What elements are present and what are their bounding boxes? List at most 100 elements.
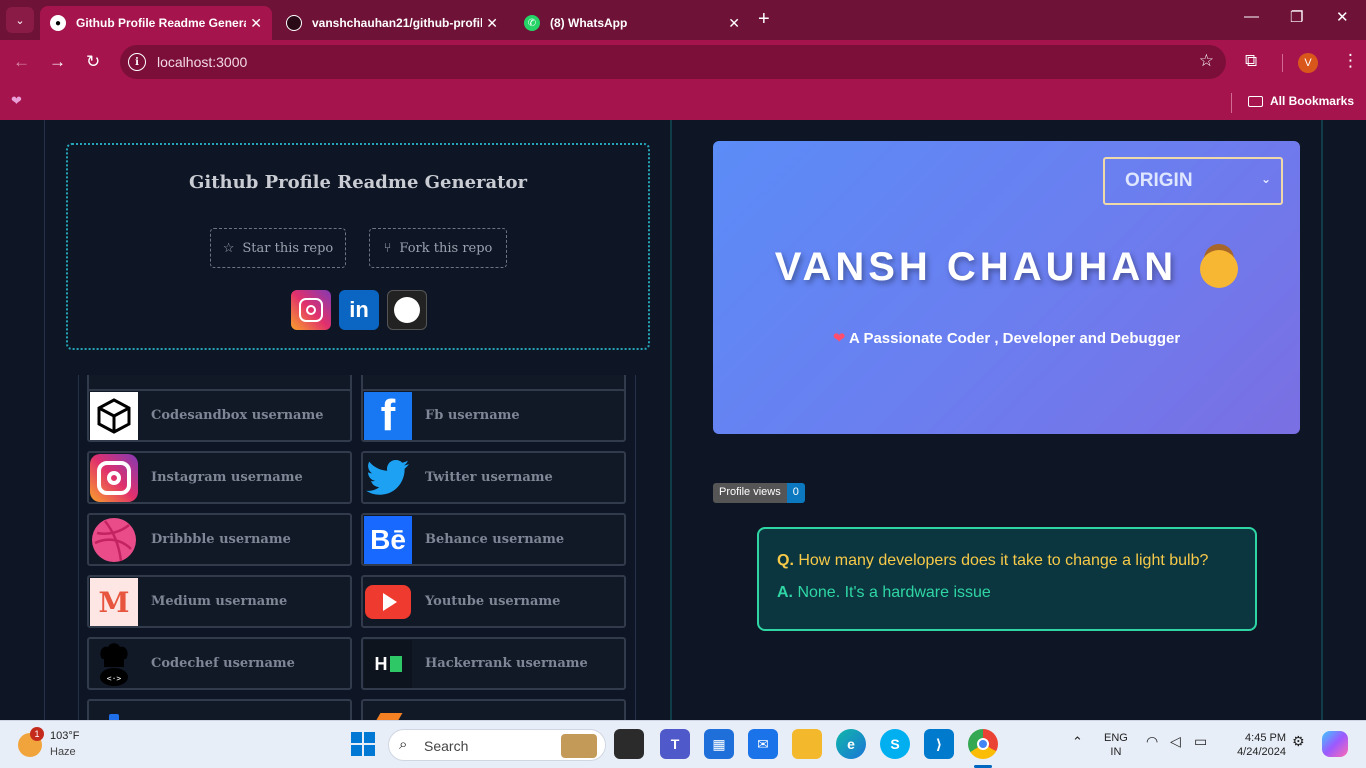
teams-icon[interactable]: T: [660, 729, 690, 759]
folder-icon: [1247, 95, 1263, 107]
banner-name: VANSH CHAUHAN: [713, 245, 1300, 290]
minimize-button[interactable]: —: [1244, 8, 1259, 25]
wifi-icon[interactable]: ◠: [1146, 734, 1158, 748]
close-window-button[interactable]: ✕: [1336, 8, 1349, 26]
github-icon[interactable]: [387, 290, 427, 330]
codesandbox-field[interactable]: Codesandbox username: [87, 389, 352, 442]
generator-title: Github Profile Readme Generator: [189, 172, 527, 193]
medium-field[interactable]: M Medium username: [87, 575, 352, 628]
hackerrank-field[interactable]: H Hackerrank username: [361, 637, 626, 690]
toolbar-divider: [1282, 54, 1283, 72]
youtube-icon: [364, 578, 412, 626]
github-icon: [286, 15, 302, 31]
taskbar-search[interactable]: ⌕ Search: [388, 729, 606, 761]
battery-icon[interactable]: ▭: [1194, 734, 1207, 748]
weather-badge: 1: [30, 727, 44, 741]
tab-github-repo[interactable]: vanshchauhan21/github-profile-readme-gen…: [276, 6, 508, 40]
restore-button[interactable]: ❐: [1290, 8, 1303, 26]
facebook-field[interactable]: f Fb username: [361, 389, 626, 442]
profile-avatar[interactable]: V: [1298, 53, 1318, 73]
medium-icon: M: [90, 578, 138, 626]
heart-bookmark-icon[interactable]: ❤: [11, 93, 22, 109]
behance-field[interactable]: Bē Behance username: [361, 513, 626, 566]
site-info-icon[interactable]: i: [128, 53, 146, 71]
star-repo-button[interactable]: ☆ Star this repo: [210, 228, 346, 268]
svg-text:<·>: <·>: [107, 674, 122, 683]
forward-button[interactable]: →: [49, 52, 66, 72]
dribbble-field[interactable]: Dribbble username: [87, 513, 352, 566]
instagram-icon[interactable]: [291, 290, 331, 330]
fork-repo-button[interactable]: ⑂ Fork this repo: [369, 228, 507, 268]
back-button[interactable]: ←: [13, 52, 30, 72]
behance-icon: Bē: [364, 516, 412, 564]
preview-border: [1321, 120, 1323, 720]
field-partial[interactable]: [361, 699, 626, 720]
banner-tagline: ❤ A Passionate Coder , Developer and Deb…: [832, 330, 1181, 347]
close-tab-icon[interactable]: ✕: [486, 15, 498, 32]
new-tab-button[interactable]: +: [758, 8, 770, 31]
joke-question: Q. How many developers does it take to c…: [777, 552, 1209, 569]
extensions-icon[interactable]: ⧉: [1245, 51, 1257, 71]
file-explorer-icon[interactable]: [792, 729, 822, 759]
youtube-field[interactable]: Youtube username: [361, 575, 626, 628]
star-icon: ☆: [222, 240, 235, 256]
codesandbox-icon: [90, 392, 138, 440]
show-hidden-icons[interactable]: ⌃: [1072, 735, 1083, 749]
social-fields-list: Codesandbox username f Fb username Insta…: [78, 375, 636, 720]
partial-field-icon: [364, 702, 412, 720]
tab-whatsapp[interactable]: ✆ (8) WhatsApp ✕: [514, 6, 750, 40]
bookmarks-divider: [1231, 93, 1232, 113]
search-highlight-image: [561, 734, 597, 758]
tab-search-button[interactable]: ⌄: [6, 7, 34, 33]
reload-button[interactable]: ↻: [86, 52, 100, 72]
notification-icon[interactable]: ⚙: [1292, 734, 1305, 748]
menu-kebab-icon[interactable]: ⋮: [1342, 51, 1359, 71]
url-text[interactable]: localhost:3000: [157, 54, 247, 70]
hackerrank-icon: H: [364, 640, 412, 688]
start-button[interactable]: [348, 729, 378, 759]
chevron-down-icon: ⌄: [1260, 172, 1271, 186]
browser-toolbar: ← → ↻ i localhost:3000 ☆ ⧉ ⋮: [0, 40, 1366, 86]
joke-answer: A. None. It's a hardware issue: [777, 584, 991, 601]
close-tab-icon[interactable]: ✕: [250, 15, 262, 32]
instagram-field[interactable]: Instagram username: [87, 451, 352, 504]
volume-icon[interactable]: ◁: [1170, 734, 1181, 748]
linkedin-icon[interactable]: in: [339, 290, 379, 330]
bookmark-star-icon[interactable]: ☆: [1199, 51, 1214, 71]
edge-icon[interactable]: e: [836, 729, 866, 759]
origin-select[interactable]: ORIGIN ⌄: [1103, 157, 1283, 205]
twitter-field[interactable]: Twitter username: [361, 451, 626, 504]
dribbble-icon: [90, 516, 138, 564]
panel-divider: [670, 120, 672, 720]
clock[interactable]: 4:45 PM 4/24/2024: [1224, 731, 1286, 759]
store-icon[interactable]: ▦: [704, 729, 734, 759]
partial-field-icon: [90, 702, 138, 720]
close-tab-icon[interactable]: ✕: [728, 15, 740, 32]
fork-icon: ⑂: [383, 240, 392, 256]
copilot-icon[interactable]: [1322, 731, 1348, 757]
all-bookmarks-button[interactable]: All Bookmarks: [1247, 94, 1354, 108]
codechef-icon: <·>: [90, 640, 138, 688]
language-indicator[interactable]: ENG IN: [1104, 731, 1128, 759]
profile-banner: ORIGIN ⌄ VANSH CHAUHAN ❤ A Passionate Co…: [713, 141, 1300, 434]
skype-icon[interactable]: S: [880, 729, 910, 759]
joke-card: Q. How many developers does it take to c…: [757, 527, 1257, 631]
github-icon: ●: [50, 15, 66, 31]
chrome-icon[interactable]: [968, 729, 998, 759]
codechef-field[interactable]: <·> Codechef username: [87, 637, 352, 690]
tab-strip: ⌄ ● Github Profile Readme Generator ✕ va…: [0, 0, 1366, 40]
generator-header-card: Github Profile Readme Generator ☆ Star t…: [66, 143, 650, 350]
profile-views-badge: Profile views 0: [713, 483, 805, 503]
facebook-icon: f: [364, 391, 412, 440]
address-bar[interactable]: i localhost:3000 ☆: [120, 45, 1226, 79]
tab-readme-generator[interactable]: ● Github Profile Readme Generator ✕: [40, 6, 272, 40]
search-icon: ⌕: [399, 736, 408, 753]
instagram-icon: [90, 454, 138, 502]
twitter-icon: [364, 454, 412, 502]
heart-icon: ❤: [832, 330, 846, 347]
cowboy-emoji-icon: [1200, 250, 1239, 289]
vscode-icon[interactable]: ⟩: [924, 729, 954, 759]
task-view-icon[interactable]: [614, 729, 644, 759]
field-partial[interactable]: [87, 699, 352, 720]
mail-icon[interactable]: ✉: [748, 729, 778, 759]
